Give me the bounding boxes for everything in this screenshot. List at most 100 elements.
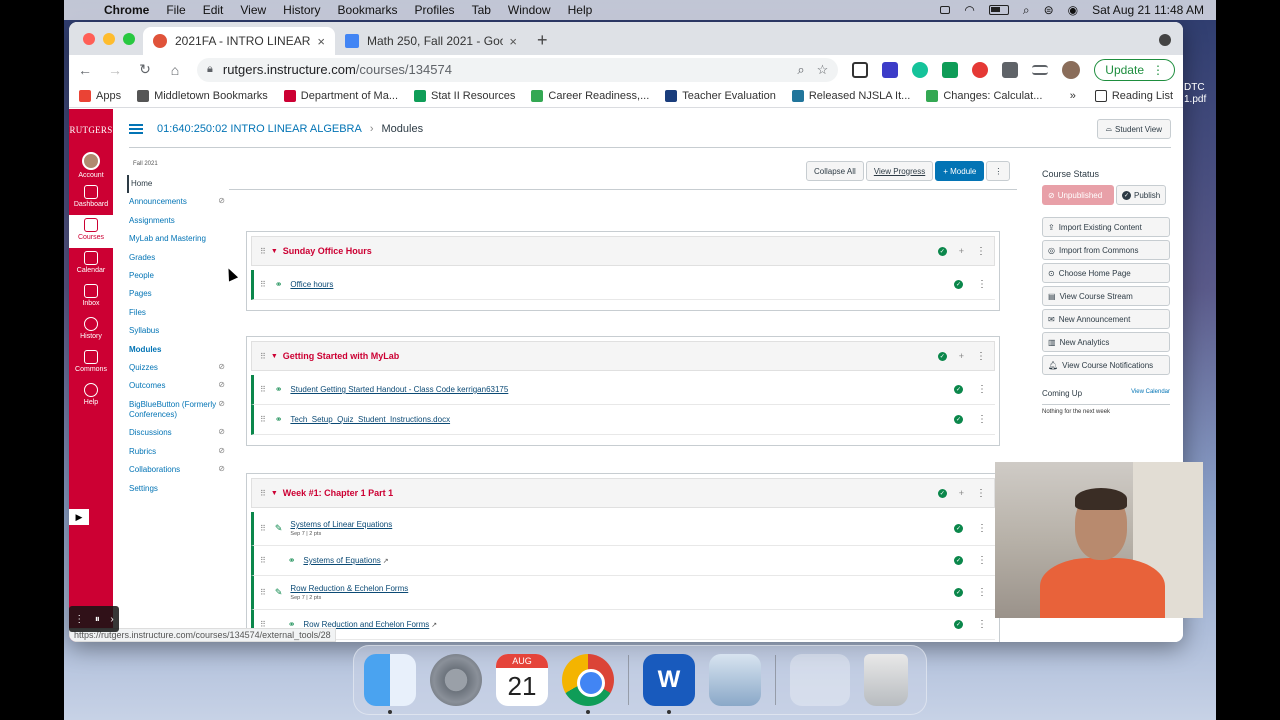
bookmark-item[interactable]: Apps (79, 89, 121, 102)
collapse-all-button[interactable]: Collapse All (806, 161, 864, 181)
unpublished-button[interactable]: ⊘ Unpublished (1042, 185, 1114, 205)
sidebar-button[interactable]: ✉ New Announcement (1042, 309, 1170, 329)
sidebar-button[interactable]: ▥ New Analytics (1042, 332, 1170, 352)
course-nav-collaborations[interactable]: Collaborations ⊘ (127, 461, 227, 479)
bookmark-item[interactable]: Released NJSLA It... (791, 89, 910, 102)
system-preferences-app-icon[interactable] (430, 654, 482, 706)
item-menu-icon[interactable]: ⋮ (977, 384, 987, 395)
sidebar-button[interactable]: ⊙ Choose Home Page (1042, 263, 1170, 283)
sidebar-button[interactable]: ▤ View Course Stream (1042, 286, 1170, 306)
module-item-link[interactable]: Row Reduction & Echelon Forms (290, 584, 408, 593)
view-calendar-link[interactable]: View Calendar (1131, 389, 1170, 398)
menu-item[interactable]: Edit (203, 3, 224, 17)
bookmark-item[interactable]: Stat II Resources (414, 89, 515, 102)
drag-handle-icon[interactable]: ⠿ (260, 415, 266, 424)
course-nav-syllabus[interactable]: Syllabus (127, 322, 227, 340)
course-nav-discussions[interactable]: Discussions ⊘ (127, 424, 227, 442)
bookmark-item[interactable]: Changes: Calculat... (926, 89, 1042, 102)
collapse-triangle-icon[interactable]: ▼ (271, 353, 278, 360)
publish-button[interactable]: ✓ Publish (1116, 185, 1167, 205)
module-item-link[interactable]: Tech_Setup_Quiz_Student_Instructions.doc… (290, 415, 450, 424)
update-button[interactable]: Update ⋮ (1094, 58, 1175, 81)
tab-search-icon[interactable] (1159, 34, 1171, 46)
battery-icon[interactable] (988, 5, 1009, 15)
hamburger-menu-icon[interactable] (129, 124, 143, 134)
play-button-icon[interactable]: ▶ (69, 509, 89, 525)
extension-sheets-icon[interactable] (942, 61, 959, 78)
close-tab-icon[interactable]: × (509, 34, 517, 49)
published-check-icon[interactable]: ✓ (937, 488, 947, 498)
bookmark-item[interactable]: Middletown Bookmarks (137, 89, 268, 102)
menu-item[interactable]: Help (568, 3, 593, 17)
global-nav-calendar[interactable]: Calendar (69, 248, 113, 281)
module-menu-icon[interactable]: ⋮ (976, 488, 986, 499)
item-menu-icon[interactable]: ⋮ (977, 587, 987, 598)
drag-handle-icon[interactable]: ⠿ (260, 556, 266, 565)
extension-c-icon[interactable] (882, 61, 899, 78)
published-check-icon[interactable]: ✓ (954, 415, 963, 424)
bookmark-item[interactable]: Career Readiness,... (531, 89, 649, 102)
new-tab-button[interactable]: + (537, 27, 548, 55)
close-window-button[interactable] (83, 33, 95, 45)
global-nav-courses[interactable]: Courses (69, 215, 113, 248)
module-item-link[interactable]: Office hours (290, 280, 333, 289)
module-item-link[interactable]: Student Getting Started Handout - Class … (290, 385, 508, 394)
forward-arrow-icon[interactable]: → (107, 62, 123, 78)
module-item-link[interactable]: Systems of Linear Equations (290, 520, 392, 529)
menu-item[interactable]: History (283, 3, 320, 17)
item-menu-icon[interactable]: ⋮ (977, 523, 987, 534)
global-nav-help[interactable]: Help (69, 380, 113, 413)
extension-grid-icon[interactable] (852, 61, 869, 78)
bookmark-item[interactable]: Teacher Evaluation (665, 89, 776, 102)
reading-list-button[interactable]: » Reading List (1070, 89, 1173, 102)
calendar-app-icon[interactable]: AUG 21 (496, 654, 548, 706)
menu-item[interactable]: File (166, 3, 185, 17)
course-nav-announcements[interactable]: Announcements ⊘ (127, 193, 227, 211)
spotlight-search-icon[interactable]: ⌕ (1023, 3, 1030, 18)
home-icon[interactable]: ⌂ (167, 62, 183, 78)
lock-icon[interactable]: 🔒︎ (207, 63, 213, 76)
published-check-icon[interactable]: ✓ (954, 524, 963, 533)
drag-handle-icon[interactable]: ⠿ (260, 524, 266, 533)
siri-icon[interactable]: ◉ (1068, 3, 1078, 17)
drag-handle-icon[interactable]: ⠿ (260, 489, 266, 498)
view-progress-button[interactable]: View Progress (865, 161, 934, 181)
tab-canvas-course[interactable]: 2021FA - INTRO LINEAR ALGEBRA × (143, 27, 335, 55)
course-nav-quizzes[interactable]: Quizzes ⊘ (127, 359, 227, 377)
chrome-app-icon[interactable] (562, 654, 614, 714)
extension-grammarly-icon[interactable] (912, 61, 929, 78)
reload-icon[interactable]: ↻ (137, 61, 153, 78)
back-arrow-icon[interactable]: ← (77, 62, 93, 78)
collapse-triangle-icon[interactable]: ▼ (271, 248, 278, 255)
course-nav-bigbluebutton-formerly-conferences-[interactable]: BigBlueButton (Formerly Conferences) ⊘ (127, 396, 227, 425)
screen-record-icon[interactable] (940, 6, 951, 14)
drag-handle-icon[interactable]: ⠿ (260, 247, 266, 256)
item-menu-icon[interactable]: ⋮ (977, 619, 987, 630)
menubar-clock[interactable]: Sat Aug 21 11:48 AM (1092, 3, 1204, 17)
global-nav-account[interactable]: Account (69, 149, 113, 182)
item-menu-icon[interactable]: ⋮ (977, 414, 987, 425)
global-nav-inbox[interactable]: Inbox (69, 281, 113, 314)
fullscreen-window-button[interactable] (123, 33, 135, 45)
global-nav-history[interactable]: History (69, 314, 113, 347)
close-tab-icon[interactable]: × (317, 34, 325, 49)
drag-handle-icon[interactable]: ⠿ (260, 280, 266, 289)
module-header[interactable]: ⠿ ▼ Getting Started with MyLab ✓ + ⋮ (251, 341, 995, 371)
menu-item[interactable]: Tab (472, 3, 491, 17)
finder-app-icon[interactable] (364, 654, 416, 714)
menu-item[interactable]: Profiles (415, 3, 455, 17)
media-controls-icon[interactable] (1032, 64, 1049, 75)
trash-icon[interactable] (864, 654, 908, 706)
wifi-icon[interactable]: ◠ (964, 3, 974, 17)
menu-item[interactable]: Bookmarks (338, 3, 398, 17)
collapse-triangle-icon[interactable]: ▼ (271, 490, 278, 497)
add-item-icon[interactable]: + (959, 488, 964, 498)
add-item-icon[interactable]: + (959, 246, 964, 256)
menu-app-name[interactable]: Chrome (104, 3, 149, 17)
pause-recording-icon[interactable]: ⏸ (95, 614, 100, 625)
course-nav-files[interactable]: Files (127, 304, 227, 322)
global-nav-dashboard[interactable]: Dashboard (69, 182, 113, 215)
control-center-icon[interactable]: ⊜ (1044, 3, 1054, 17)
drag-handle-icon[interactable]: ⋮ (74, 614, 84, 625)
modules-more-button[interactable]: ⋮ (986, 161, 1011, 181)
